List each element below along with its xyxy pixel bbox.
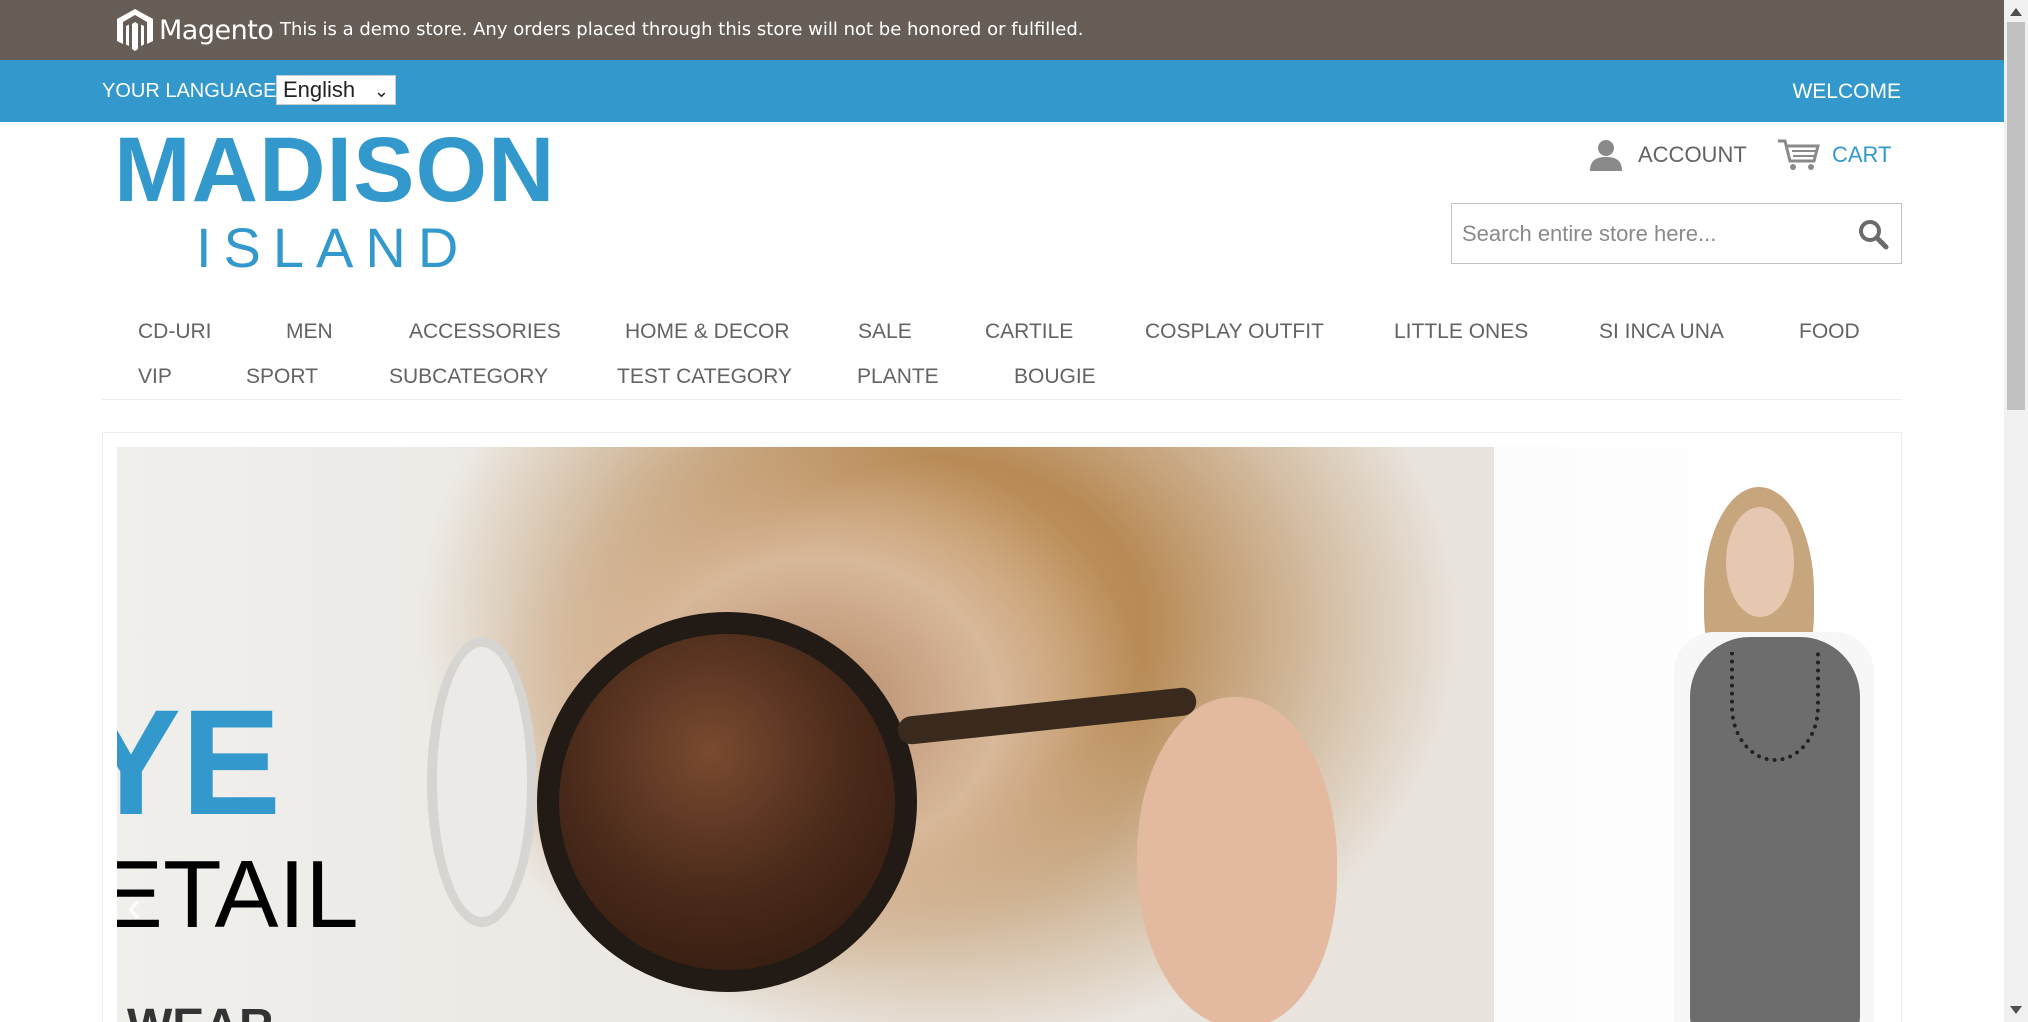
nav-item-cosplay-outfit[interactable]: COSPLAY OUTFIT bbox=[1145, 320, 1324, 344]
chevron-down-icon: ⌄ bbox=[373, 81, 389, 101]
nav-item-plante[interactable]: PLANTE bbox=[857, 365, 939, 389]
header-top-bar: Your Language: English ⌄ WELCOME bbox=[0, 60, 2004, 122]
nav-item-vip[interactable]: VIP bbox=[138, 365, 172, 389]
demo-notice-bar: Magento This is a demo store. Any orders… bbox=[0, 0, 2004, 60]
nav-item-sport[interactable]: SPORT bbox=[246, 365, 318, 389]
chevron-left-icon[interactable]: ‹ bbox=[127, 882, 142, 932]
nav-item-food[interactable]: FOOD bbox=[1799, 320, 1860, 344]
nav-item-home-decor[interactable]: HOME & DECOR bbox=[625, 320, 790, 344]
nav-item-little-ones[interactable]: LITTLE ONES bbox=[1394, 320, 1528, 344]
nav-item-test-category[interactable]: TEST CATEGORY bbox=[617, 365, 792, 389]
nav-item-si-inca-una[interactable]: SI INCA UNA bbox=[1599, 320, 1724, 344]
nav-item-sale[interactable]: SALE bbox=[858, 320, 912, 344]
store-logo-subtitle[interactable]: ISLAND bbox=[196, 220, 470, 276]
account-link[interactable]: ACCOUNT bbox=[1588, 137, 1747, 173]
hero-subline: ETAIL bbox=[117, 841, 359, 948]
magento-icon bbox=[117, 9, 153, 51]
nav-item-men[interactable]: MEN bbox=[286, 320, 333, 344]
cart-icon bbox=[1778, 139, 1820, 170]
language-select-value: English bbox=[283, 77, 356, 102]
cart-link[interactable]: CART bbox=[1776, 137, 1892, 173]
model-face bbox=[1726, 507, 1794, 617]
hero-slide-image[interactable]: YE ETAIL WEAR ‹ bbox=[117, 447, 1494, 1022]
magento-logo: Magento bbox=[114, 7, 274, 53]
search-form bbox=[1451, 203, 1902, 264]
nav-item-bougie[interactable]: BOUGIE bbox=[1014, 365, 1096, 389]
sunglasses-right-lens bbox=[537, 612, 917, 992]
demo-notice-text: This is a demo store. Any orders placed … bbox=[280, 19, 1084, 40]
sunglasses-left-lens bbox=[427, 637, 537, 927]
account-label: ACCOUNT bbox=[1638, 142, 1747, 167]
scroll-down-arrow-icon[interactable] bbox=[2010, 1006, 2022, 1014]
model-ear bbox=[1137, 697, 1337, 1022]
nav-item-subcategory[interactable]: SUBCATEGORY bbox=[389, 365, 548, 389]
model-necklace bbox=[1730, 652, 1820, 762]
search-input[interactable] bbox=[1462, 214, 1842, 254]
language-select[interactable]: English ⌄ bbox=[276, 75, 396, 105]
promo-side-image[interactable] bbox=[1494, 447, 1885, 1022]
nav-item-accessories[interactable]: ACCESSORIES bbox=[409, 320, 561, 344]
page-scrollbar[interactable] bbox=[2004, 0, 2028, 1022]
store-logo[interactable]: MADISON bbox=[114, 124, 555, 216]
hero-third-line: WEAR bbox=[127, 1003, 274, 1022]
user-icon bbox=[1590, 140, 1622, 171]
nav-item-cartile[interactable]: CARTILE bbox=[985, 320, 1073, 344]
scrollbar-thumb[interactable] bbox=[2007, 22, 2025, 410]
cart-label: CART bbox=[1832, 142, 1892, 167]
hero-headline: YE bbox=[117, 678, 282, 846]
scroll-up-arrow-icon[interactable] bbox=[2010, 8, 2022, 16]
language-label: Your Language: bbox=[102, 80, 283, 102]
search-icon[interactable] bbox=[1857, 218, 1889, 250]
nav-item-cd-uri[interactable]: CD-URI bbox=[138, 320, 212, 344]
sunglasses-temple bbox=[896, 686, 1198, 746]
main-navigation: CD-URI MEN ACCESSORIES HOME & DECOR SALE… bbox=[102, 310, 1902, 400]
magento-wordmark: Magento bbox=[159, 14, 274, 46]
welcome-message: WELCOME bbox=[1792, 80, 1901, 103]
